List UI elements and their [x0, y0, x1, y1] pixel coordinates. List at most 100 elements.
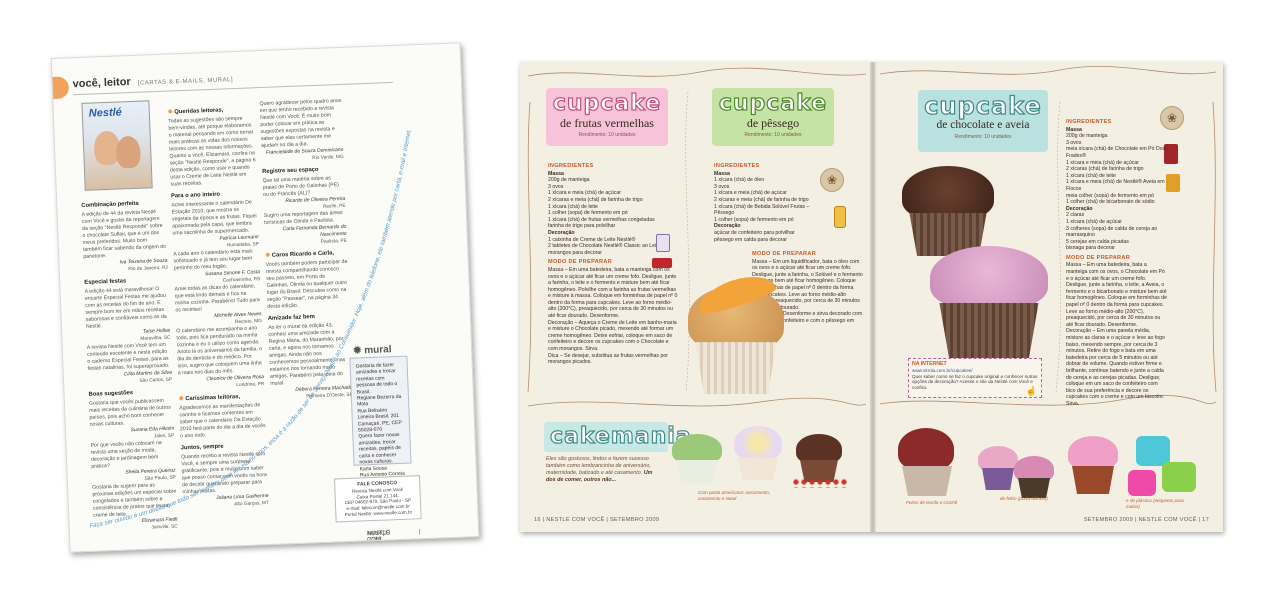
section-header: você, leitor [CARTAS & E-MAILS, MURAL] — [72, 72, 233, 90]
pointer-hand-icon: ☝ — [1025, 386, 1037, 397]
page-footer-left: 16 | NESTLÉ COM VOCÊ | SETEMBRO 2009 — [534, 517, 660, 523]
ingredient-item: 1 xícara e meia (chá) de açúcar — [714, 190, 787, 197]
ingredient-item: 1 colher (sopa) de fermento em pó — [714, 216, 794, 223]
cupcake-top — [902, 166, 994, 220]
mural-body: Gostaria de fazer amizades e trocar rece… — [355, 362, 398, 396]
letters-column-3: Quero agradecer pelos quatro anos em que… — [259, 98, 352, 402]
recipe-yield: Rendimento: 10 unidades — [744, 132, 802, 138]
cream-can-product-image — [656, 234, 670, 252]
ingredient-item: meia xícara (chá) de Chocolate em Pó Doi… — [1066, 146, 1167, 159]
ingredient-item: 2 xícaras (chá) de farinha de trigo — [1066, 166, 1144, 173]
mural-address: Rua Belisário Limeira Brasil, 201 Camaça… — [357, 407, 402, 434]
ingredient-item: 1 xícara (chá) de açúcar — [1066, 218, 1122, 225]
recipe-title-chocolate: cupcake de chocolate e aveia Rendimento:… — [918, 90, 1048, 152]
recipe-title-main: cupcake — [552, 91, 662, 116]
cupcake-wrapper — [695, 342, 777, 394]
method-step: Decoração – Aqueça o Creme de Leite em b… — [548, 319, 677, 353]
ingredient-item: farinha de trigo para polvilhar — [548, 223, 616, 230]
letter-body: Ao ler o mural da edição 43, conheci uma… — [268, 322, 346, 387]
page-fold — [870, 62, 876, 532]
section-tab — [52, 76, 70, 99]
section-subtitle: [CARTAS & E-MAILS, MURAL] — [137, 77, 234, 87]
ingredient-item: açúcar de confeiteiro para polvilhar — [714, 229, 795, 236]
sun-icon: ✹ — [167, 109, 173, 116]
ingredient-item: 2 claras — [1066, 212, 1085, 219]
ingredient-item: 1 xícara e meia (chá) de açúcar — [548, 190, 621, 197]
letter-body: Quando recebo a revista Nestlé com Você,… — [180, 451, 268, 496]
cupcake-wrapper — [939, 303, 1039, 360]
recipe-yield: Rendimento: 10 unidades — [954, 134, 1012, 140]
cakemania-title: cakemania — [549, 423, 692, 449]
recipe-title-sub: de frutas vermelhas — [560, 116, 654, 130]
ingredients-subheading: Massa — [1066, 126, 1082, 133]
mural-title: ✹ mural — [352, 344, 392, 357]
ingredients-heading: INGREDIENTES — [1066, 119, 1112, 125]
ingredient-item: meia colher (sopa) de fermento em pó — [1066, 192, 1154, 199]
reply-body: Todas as sugestões são sempre bem-vindas… — [168, 115, 256, 188]
letter-body: Por que vocês não colocam na revista uma… — [90, 440, 162, 470]
contact-box: FALE CONOSCO Revista Nestlé com Você Cai… — [333, 475, 422, 523]
cover-photo-mother — [115, 135, 141, 169]
letter-body: Quero agradecer pelos quatro anos em que… — [259, 97, 342, 150]
ingredient-item: 5 cerejas em calda picadas — [1066, 238, 1129, 245]
ingredient-item: 3 ovos — [548, 183, 564, 190]
internet-tip-body: Quer saber como se faz o cupcake origina… — [912, 373, 1038, 391]
cupcake-frosting — [930, 246, 1048, 309]
ingredients-subheading: Decoração — [714, 223, 741, 230]
ingredient-item: 2 xícaras e meia (chá) de farinha de tri… — [714, 196, 809, 203]
cupcake-stamp-icon: ❀ — [820, 168, 844, 192]
ingredients-heading: INGREDIENTES — [548, 163, 594, 169]
recipe-title-sub: de pêssego — [746, 116, 800, 130]
ingredients-subheading: Massa — [548, 170, 564, 177]
ingredients-subheading: Decoração — [1066, 205, 1093, 212]
letter-body: A revista Nestlé com Você tem um conteúd… — [86, 341, 170, 372]
letter-body: A edição 44 está maravilhosa! O encarte … — [84, 286, 167, 330]
ingredients-heading: INGREDIENTES — [714, 163, 760, 169]
cakemania-caption: Com pasta americana: nascimento, casamen… — [698, 490, 771, 501]
ingredient-item: 1 xícara e meia (chá) de açúcar — [1066, 159, 1139, 166]
letters-column-1: Combinação perfeita A edição de 44 da re… — [81, 195, 178, 534]
reply-body: Agradecemos as manifestações de carinho … — [179, 402, 266, 440]
cakemania-caption: e de plástico (etiquetas para malas) — [1126, 498, 1184, 509]
ingredient-item: 1 colher (sopa) de fermento em pó — [548, 210, 628, 217]
letters-page: você, leitor [CARTAS & E-MAILS, MURAL] N… — [50, 42, 480, 553]
recipe-title-main: cupcake — [924, 92, 1042, 120]
method-step: Massa – Em uma batedeira, bata a manteig… — [1066, 262, 1167, 328]
page-footer-text: MARÇO 2010 | NESTLÉ COM VOCÊ | 5 — [366, 529, 421, 553]
ingredient-item: bisnaga para decorar — [1066, 245, 1116, 252]
internet-tip-box: NA INTERNET www.vitrola.com.br/cupcakes/… — [908, 358, 1042, 398]
ingredient-item: 1 colher (chá) de bicarbonato de sódio — [1066, 199, 1155, 206]
chocolate-cupcake-photo — [902, 166, 994, 256]
method-step: Decoração – Em uma panela média, misture… — [1066, 328, 1165, 407]
mural-box: Gostaria de fazer amizades e trocar rece… — [349, 355, 412, 498]
letter-body: Gostaria que vocês publicassem mais rece… — [88, 397, 171, 428]
letter-body: Achei interessante o calendário De Estaç… — [171, 199, 257, 237]
letter-body: O calendário me acompanha o ano todo, po… — [176, 325, 263, 377]
ingredient-item: pêssego em calda para decorar — [714, 236, 787, 243]
ingredient-item: 1 xícara (chá) de óleo — [714, 177, 765, 184]
recipe-ingredients-chocolate: INGREDIENTES Massa 200g de manteiga 3 ov… — [1066, 116, 1168, 408]
letters-column-2: ✹ Queridas leitoras, Todas as sugestões … — [168, 101, 270, 510]
method-heading: MODO DE PREPARAR — [1066, 254, 1131, 261]
ingredient-item: 1 xícara (chá) de Bebida Solúvel Frutas … — [714, 203, 810, 217]
oat-box-product-image — [1166, 174, 1180, 192]
recipe-title-peach: cupcake de pêssego Rendimento: 10 unidad… — [712, 88, 834, 146]
recipe-title-sub: de chocolate e aveia — [936, 119, 1030, 131]
method-step: Massa – Em uma batedeira, bata a manteig… — [548, 266, 678, 320]
sun-icon: ✹ — [352, 345, 362, 357]
method-tip: Dica – Se desejar, substitua as frutas v… — [548, 352, 668, 366]
ingredient-item: 1 xícara (chá) de frutas vermelhas conge… — [548, 216, 655, 223]
recipe-ingredients-peach: INGREDIENTES Massa 1 xícara (chá) de óle… — [714, 160, 818, 243]
letter-body: Amei todas as dicas do calendário, que e… — [174, 283, 261, 314]
ingredients-subheading: Massa — [714, 170, 730, 177]
ingredient-item: 3 colheres (sopa) de calda de cereja ao … — [1066, 225, 1158, 239]
recipe-title-main: cupcake — [718, 91, 828, 116]
ingredient-item: 200g de manteiga — [548, 177, 590, 184]
recipe-title-strawberry: cupcake de frutas vermelhas Rendimento: … — [546, 88, 668, 146]
section-title: você, leitor — [72, 76, 131, 91]
recipe-spread: cupcake de frutas vermelhas Rendimento: … — [520, 62, 1223, 532]
chocolate-bar-product-image — [652, 258, 672, 268]
magazine-cover-thumbnail: Nestlé — [81, 100, 153, 191]
recipe-yield: Rendimento: 10 unidades — [578, 132, 636, 138]
letter-body: A edição de 44 da revista Nestlé com Voc… — [81, 209, 167, 260]
